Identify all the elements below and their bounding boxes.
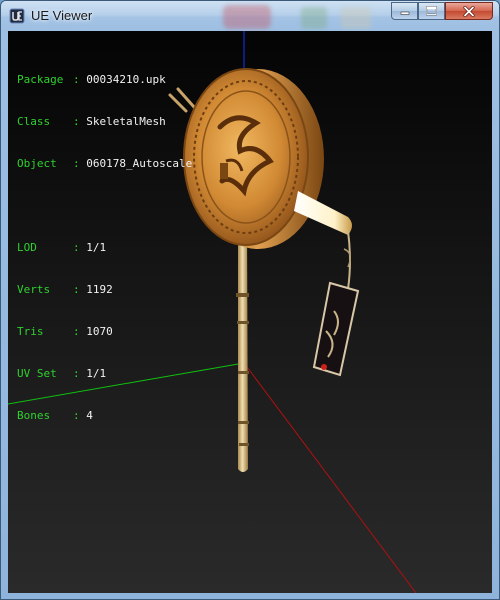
uvset-value: 1/1 <box>86 367 107 380</box>
title-bar[interactable]: UE Viewer <box>1 1 499 31</box>
verts-label: Verts <box>17 283 51 296</box>
class-value: SkeletalMesh <box>86 115 166 128</box>
bones-label: Bones <box>17 409 51 422</box>
mesh-viewport[interactable]: Package: 00034210.upk Class: SkeletalMes… <box>8 31 492 593</box>
hanging-tag <box>312 281 360 377</box>
desktop-blur <box>301 7 327 29</box>
package-label: Package <box>17 73 64 86</box>
tris-value: 1070 <box>86 325 113 338</box>
close-button[interactable] <box>445 2 493 20</box>
uvset-label: UV Set <box>17 367 57 380</box>
tris-label: Tris <box>17 325 44 338</box>
object-label: Object <box>17 157 57 170</box>
glow-handle <box>294 191 352 235</box>
ue-viewer-app-icon[interactable] <box>9 8 25 24</box>
bones-value: 4 <box>86 409 93 422</box>
window-title: UE Viewer <box>31 8 93 23</box>
lod-value: 1/1 <box>86 241 107 254</box>
mesh-stick <box>236 221 249 472</box>
class-label: Class <box>17 115 51 128</box>
desktop-blur <box>341 7 371 29</box>
maximize-button[interactable] <box>418 2 445 20</box>
package-value: 00034210.upk <box>86 73 166 86</box>
verts-value: 1192 <box>86 283 113 296</box>
minimize-button[interactable] <box>391 2 418 20</box>
mooncake-disc <box>183 68 324 249</box>
mesh-info-overlay: Package: 00034210.upk Class: SkeletalMes… <box>17 73 193 422</box>
close-icon <box>463 5 475 17</box>
app-window: UE Viewer Package: 00034210.upk Class:… <box>0 0 500 600</box>
object-value: 060178_Autoscale <box>86 157 193 170</box>
desktop-blur <box>223 5 271 29</box>
lod-label: LOD <box>17 241 37 254</box>
x-axis <box>243 362 417 593</box>
maximize-icon <box>426 6 437 16</box>
minimize-icon <box>400 11 409 15</box>
